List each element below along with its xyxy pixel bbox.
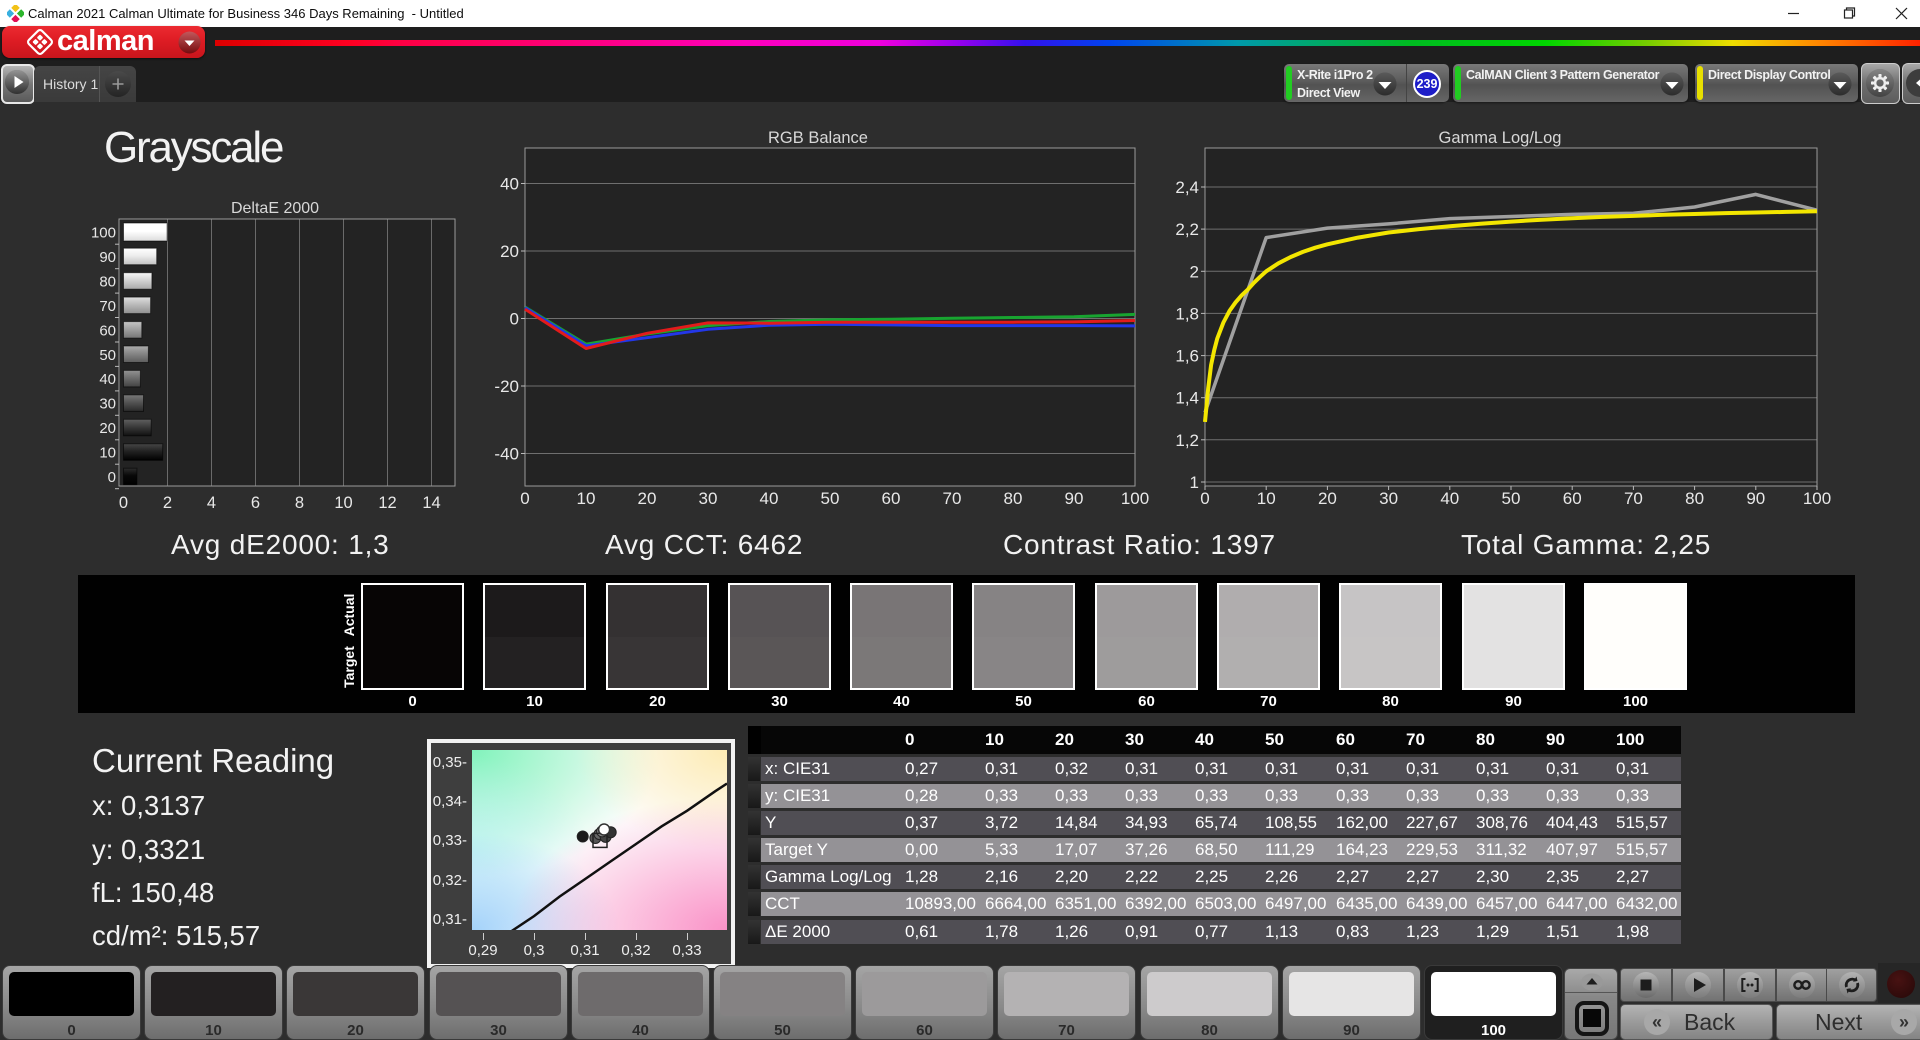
svg-text:90: 90 [1065, 489, 1084, 508]
svg-text:0: 0 [119, 494, 128, 512]
svg-text:1,2: 1,2 [1175, 431, 1199, 450]
svg-text:-40: -40 [494, 445, 519, 464]
svg-text:60: 60 [1563, 489, 1582, 508]
svg-text:1: 1 [1190, 473, 1199, 492]
svg-text:40: 40 [99, 371, 116, 388]
svg-text:12: 12 [378, 494, 396, 512]
svg-text:4: 4 [207, 494, 216, 512]
svg-text:0: 0 [510, 310, 519, 329]
svg-text:»: » [1899, 1012, 1909, 1032]
svg-text:RGB Balance: RGB Balance [768, 129, 868, 147]
svg-text:20: 20 [500, 242, 519, 261]
svg-text:8: 8 [295, 494, 304, 512]
svg-text:40: 40 [1440, 489, 1459, 508]
svg-text:30: 30 [699, 489, 718, 508]
svg-text:80: 80 [1685, 489, 1704, 508]
svg-text:100: 100 [1803, 489, 1831, 508]
svg-text:-20: -20 [494, 377, 519, 396]
svg-text:90: 90 [1746, 489, 1765, 508]
svg-text:2: 2 [163, 494, 172, 512]
svg-text:60: 60 [99, 322, 116, 339]
svg-text:20: 20 [638, 489, 657, 508]
svg-text:80: 80 [1004, 489, 1023, 508]
svg-text:20: 20 [99, 420, 116, 437]
svg-text:0: 0 [108, 469, 116, 486]
svg-text:1,8: 1,8 [1175, 304, 1199, 323]
svg-text:DeltaE 2000: DeltaE 2000 [231, 200, 319, 217]
svg-text:70: 70 [943, 489, 962, 508]
svg-text:100: 100 [1121, 489, 1149, 508]
svg-text:1,4: 1,4 [1175, 389, 1199, 408]
svg-text:Gamma Log/Log: Gamma Log/Log [1439, 129, 1562, 147]
svg-text:50: 50 [821, 489, 840, 508]
svg-text:2: 2 [1190, 262, 1199, 281]
svg-text:10: 10 [99, 445, 116, 462]
svg-text:60: 60 [882, 489, 901, 508]
svg-text:30: 30 [1379, 489, 1398, 508]
svg-text:100: 100 [91, 225, 116, 242]
svg-text:30: 30 [99, 396, 116, 413]
svg-text:40: 40 [500, 175, 519, 194]
svg-text:0: 0 [1200, 489, 1209, 508]
svg-text:«: « [1652, 1012, 1662, 1032]
svg-text:10: 10 [334, 494, 352, 512]
svg-text:14: 14 [422, 494, 440, 512]
svg-text:2,2: 2,2 [1175, 220, 1199, 239]
svg-text:10: 10 [577, 489, 596, 508]
svg-text:80: 80 [99, 273, 116, 290]
svg-text:50: 50 [1502, 489, 1521, 508]
svg-text:20: 20 [1318, 489, 1337, 508]
svg-text:6: 6 [251, 494, 260, 512]
svg-text:70: 70 [99, 298, 116, 315]
svg-text:10: 10 [1257, 489, 1276, 508]
svg-text:40: 40 [760, 489, 779, 508]
svg-text:70: 70 [1624, 489, 1643, 508]
svg-text:0: 0 [520, 489, 529, 508]
svg-text:50: 50 [99, 347, 116, 364]
svg-text:2,4: 2,4 [1175, 178, 1199, 197]
svg-text:90: 90 [99, 249, 116, 266]
svg-text:1,6: 1,6 [1175, 347, 1199, 366]
